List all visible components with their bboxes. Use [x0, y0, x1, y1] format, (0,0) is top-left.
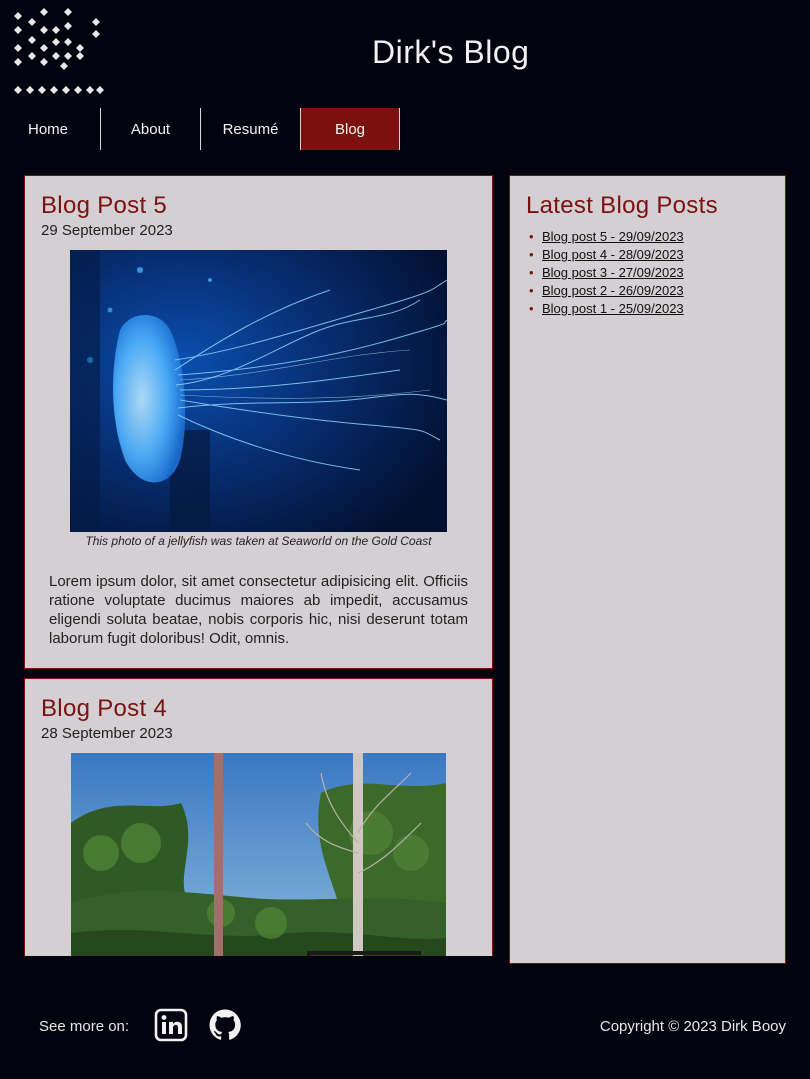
latest-posts-sidebar: Latest Blog Posts Blog post 5 - 29/09/20…	[509, 175, 786, 964]
logo	[14, 8, 104, 94]
list-item: Blog post 1 - 25/09/2023	[526, 300, 769, 318]
github-icon[interactable]	[208, 1008, 242, 1042]
latest-posts-list: Blog post 5 - 29/09/2023 Blog post 4 - 2…	[526, 228, 769, 318]
copyright-text: Copyright © 2023 Dirk Booy	[599, 1018, 786, 1035]
nav-resume[interactable]: Resumé	[200, 108, 300, 150]
post-link[interactable]: Blog post 1 - 25/09/2023	[542, 301, 684, 316]
posts-area[interactable]: Blog Post 5 29 September 2023 This photo…	[24, 175, 494, 956]
linkedin-icon[interactable]	[154, 1008, 188, 1042]
post-link[interactable]: Blog post 4 - 28/09/2023	[542, 247, 684, 262]
site-title: Dirk's Blog	[372, 34, 530, 70]
post-link[interactable]: Blog post 2 - 26/09/2023	[542, 283, 684, 298]
nav-home[interactable]: Home	[0, 108, 100, 150]
post-title: Blog Post 5	[41, 192, 168, 219]
post-link[interactable]: Blog post 3 - 27/09/2023	[542, 265, 684, 280]
post-date: 28 September 2023	[41, 725, 173, 742]
blog-post: Blog Post 4 28 September 2023	[24, 678, 493, 956]
post-title: Blog Post 4	[41, 695, 168, 722]
list-item: Blog post 5 - 29/09/2023	[526, 228, 769, 246]
nav-about[interactable]: About	[100, 108, 200, 150]
nav-blog[interactable]: Blog	[300, 108, 400, 150]
post-body: Lorem ipsum dolor, sit amet consectetur …	[49, 573, 468, 647]
forest-photo	[71, 753, 446, 956]
sidebar-title: Latest Blog Posts	[526, 192, 718, 219]
blog-post: Blog Post 5 29 September 2023 This photo…	[24, 175, 493, 669]
footer: See more on: Copyright © 2023 Dirk Booy	[0, 1000, 810, 1050]
main-nav: Home About Resumé Blog	[0, 108, 400, 150]
list-item: Blog post 2 - 26/09/2023	[526, 282, 769, 300]
post-date: 29 September 2023	[41, 222, 173, 239]
jellyfish-photo	[70, 250, 447, 532]
list-item: Blog post 4 - 28/09/2023	[526, 246, 769, 264]
see-more-label: See more on:	[39, 1018, 130, 1035]
list-item: Blog post 3 - 27/09/2023	[526, 264, 769, 282]
post-link[interactable]: Blog post 5 - 29/09/2023	[542, 229, 684, 244]
photo-caption: This photo of a jellyfish was taken at S…	[85, 534, 432, 548]
